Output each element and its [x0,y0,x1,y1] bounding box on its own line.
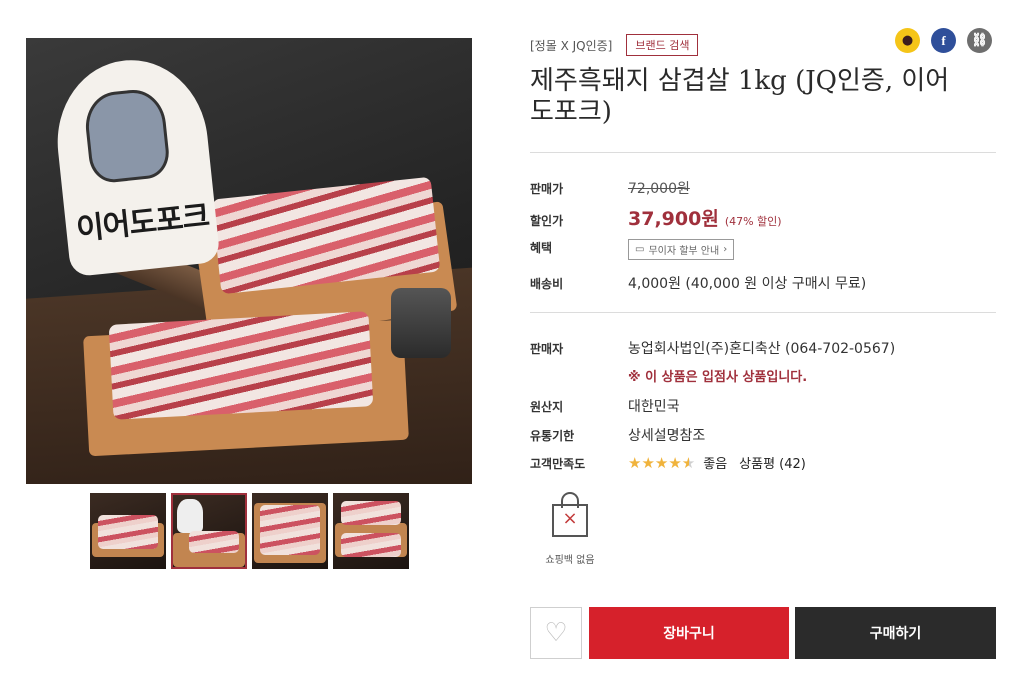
heart-icon: ♡ [544,618,568,648]
shipping-label: 배송비 [530,277,564,291]
shopping-bag-label: 쇼핑백 없음 [545,555,595,566]
thumbnail-4[interactable] [333,493,409,569]
buy-now-button[interactable]: 구매하기 [795,607,996,659]
product-title: 제주흑돼지 삼겹살 1kg (JQ인증, 이어도포크) [530,66,950,127]
shopping-bag-option[interactable]: × 쇼핑백 없음 [540,492,600,566]
origin-label: 원산지 [530,400,564,414]
row-seller: 판매자 농업회사법인(주)혼디축산 (064-702-0567) [530,338,895,358]
review-link[interactable]: 상품평 (42) [739,453,806,472]
divider-middle [530,312,996,313]
main-product-image: 이어도포크 [26,38,472,484]
shipping-value: 4,000원 (40,000 원 이상 구매시 무료) [628,276,867,292]
installment-info-button[interactable]: ▭ 무이자 할부 안내 › [628,239,735,260]
row-discount: 할인가 37,900원 (47% 할인) [530,204,782,231]
satisfaction-label: 고객만족도 [530,457,586,471]
mascot-face [82,86,172,185]
row-expiry: 유통기한 상세설명참조 [530,425,705,445]
share-buttons: ● f ⛓ [895,28,992,53]
brand-search-button[interactable]: 브랜드 검색 [626,34,699,56]
thumbnail-2[interactable] [171,493,247,569]
seller-value: 농업회사법인(주)혼디축산 (064-702-0567) [628,341,896,357]
wishlist-button[interactable]: ♡ [530,607,582,659]
row-satisfaction: 고객만족도 ★★★★★ 좋음 상품평 (42) [530,453,806,472]
expiry-value: 상세설명참조 [628,428,706,444]
divider-top [530,152,996,153]
chevron-right-icon: › [723,244,728,255]
card-icon: ▭ [635,244,645,255]
original-price: 72,000원 [628,181,690,197]
row-price: 판매가 72,000원 [530,178,690,198]
row-benefit: 혜택 ▭ 무이자 할부 안내 › [530,239,735,260]
half-star-icon: ★ [681,454,696,472]
benefit-label: 혜택 [530,241,553,255]
thumbnail-strip [90,493,409,569]
expiry-label: 유통기한 [530,429,575,443]
discount-rate: (47% 할인) [724,215,782,228]
row-shipping: 배송비 4,000원 (40,000 원 이상 구매시 무료) [530,273,866,293]
discount-label: 할인가 [530,214,564,228]
thumbnail-3[interactable] [252,493,328,569]
brand-name: [정몰 X JQ인증] [530,38,613,53]
brand-logo-sign: 이어도포크 [49,52,221,278]
logo-text: 이어도포크 [74,198,211,248]
link-icon[interactable]: ⛓ [967,28,992,53]
facebook-icon[interactable]: f [931,28,956,53]
cast-iron-pot [391,288,451,358]
price-label: 판매가 [530,182,564,196]
rating-word: 좋음 [703,457,728,472]
add-to-cart-button[interactable]: 장바구니 [589,607,789,659]
shopping-bag-icon: × [550,492,590,538]
brand-row: [정몰 X JQ인증] 브랜드 검색 [530,34,699,56]
thumbnail-1[interactable] [90,493,166,569]
seller-notice: ※ 이 상품은 입점사 상품입니다. [628,370,808,385]
installment-info-label: 무이자 할부 안내 [648,246,720,257]
kakao-icon[interactable]: ● [895,28,920,53]
row-origin: 원산지 대한민국 [530,396,680,416]
seller-label: 판매자 [530,342,564,356]
discounted-price: 37,900원 [628,208,719,230]
rating-stars: ★★★★★ [628,454,696,472]
origin-value: 대한민국 [628,399,680,415]
pork-belly-bottom [108,311,374,420]
